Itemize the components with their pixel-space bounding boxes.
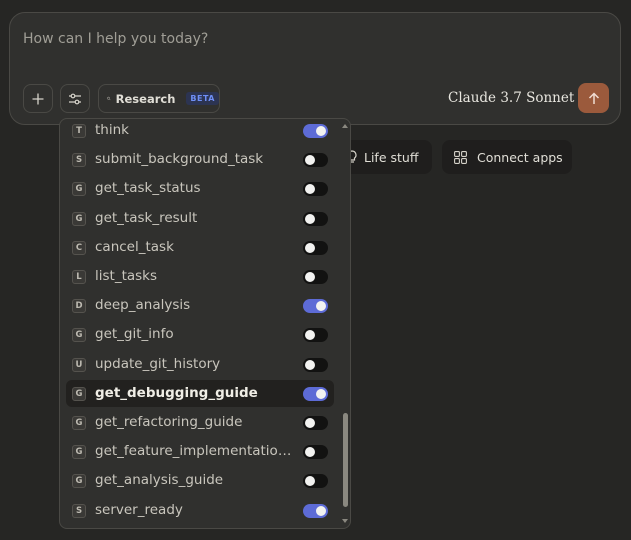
tool-letter-icon: G [72,474,86,489]
tool-letter-icon: S [72,503,86,518]
tool-letter-icon: T [72,124,86,138]
tool-toggle[interactable] [303,211,328,226]
search-icon [107,96,111,101]
tools-dropdown: Tthink Ssubmit_background_task Gget_task_s… [59,118,351,529]
tool-name: update_git_history [95,355,221,372]
connect-apps-chip[interactable]: Connect apps [442,140,572,174]
model-selector[interactable]: Claude 3.7 Sonnet [448,90,587,106]
tool-name: server_ready [95,501,183,518]
tool-name: get_feature_implementation... [95,443,295,460]
tool-letter-icon: G [72,182,86,197]
toggle-knob [305,447,315,458]
tool-row[interactable]: Llist_tasks [66,263,334,290]
toggle-knob [305,272,315,282]
beta-badge: BETA [186,92,219,105]
add-button[interactable] [23,84,53,113]
tool-toggle[interactable] [303,386,328,401]
toggle-knob [305,330,315,341]
tool-name: get_refactoring_guide [95,414,243,430]
send-button[interactable] [578,83,609,113]
tool-toggle[interactable] [303,445,328,460]
research-button[interactable]: Research BETA [98,84,220,113]
message-composer: Research BETA Claude 3.7 Sonnet [9,12,621,125]
scrollbar[interactable] [340,119,350,528]
tool-letter-icon: G [72,445,86,460]
tool-name: think [95,122,129,138]
tool-name: get_analysis_guide [95,472,224,489]
tool-letter-icon: S [72,153,86,168]
tool-toggle[interactable] [303,182,328,197]
tool-row[interactable]: Tthink [66,119,334,144]
scroll-thumb[interactable] [343,413,348,507]
tool-row[interactable]: Sserver_ready [66,497,334,524]
tool-name: submit_background_task [95,151,264,168]
tool-row[interactable]: Ccancel_task [66,234,334,261]
tool-name: list_tasks [95,268,158,284]
scroll-down-arrow[interactable] [342,519,348,523]
tool-toggle[interactable] [303,328,328,343]
tool-letter-icon: G [72,416,86,430]
tool-row[interactable]: Gget_task_result [66,205,334,232]
tool-letter-icon: U [72,357,86,372]
toggle-knob [305,359,315,370]
grid-icon [454,150,467,164]
tool-letter-icon: L [72,270,86,284]
toggle-knob [305,155,315,166]
research-label: Research [115,91,176,106]
tool-toggle[interactable] [303,240,328,255]
toggle-knob [305,213,315,224]
plus-icon [32,93,44,104]
toggle-knob [316,505,326,516]
tool-row[interactable]: Gget_analysis_guide [66,467,334,494]
toggle-knob [316,301,326,312]
tool-row[interactable]: Gget_feature_implementation... [66,438,334,465]
tool-toggle[interactable] [303,270,328,284]
tool-row[interactable]: Uupdate_git_history [66,351,334,378]
sliders-icon [69,93,81,104]
toggle-knob [305,184,315,195]
tool-toggle[interactable] [303,124,328,138]
tool-row[interactable]: Gget_git_info [66,321,334,348]
tool-toggle[interactable] [303,299,328,314]
tool-letter-icon: G [72,328,86,343]
tool-name: deep_analysis [95,297,191,314]
toggle-knob [316,126,326,136]
tool-toggle[interactable] [303,416,328,430]
tool-letter-icon: D [72,299,86,314]
tool-toggle[interactable] [303,474,328,489]
toggle-knob [305,476,315,487]
tool-row[interactable]: Gget_debugging_guide [66,379,334,407]
tool-name: get_git_info [95,326,174,343]
tool-toggle[interactable] [303,503,328,518]
tool-row[interactable]: Gget_task_status [66,175,334,202]
connect-apps-label: Connect apps [477,149,563,165]
tool-toggle[interactable] [303,357,328,372]
tool-name: get_task_result [95,209,198,226]
tool-letter-icon: G [72,211,86,226]
tool-row[interactable]: Gget_refactoring_guide [66,409,334,436]
tool-letter-icon: C [72,240,86,255]
arrow-up-icon [588,91,599,104]
model-name: Claude 3.7 Sonnet [448,90,575,106]
scroll-up-arrow[interactable] [342,124,348,128]
tool-row[interactable]: Ssubmit_background_task [66,146,334,173]
message-input[interactable] [23,27,583,51]
toggle-knob [305,418,315,428]
toggle-knob [316,388,326,399]
tool-name: cancel_task [95,238,174,255]
tool-letter-icon: G [72,386,86,401]
toggle-knob [305,242,315,253]
tools-button[interactable] [60,84,90,113]
tool-name: get_debugging_guide [95,384,258,401]
tool-name: get_task_status [95,180,201,197]
tool-row[interactable]: Ddeep_analysis [66,292,334,319]
tool-toggle[interactable] [303,153,328,168]
life-stuff-label: Life stuff [364,149,419,165]
